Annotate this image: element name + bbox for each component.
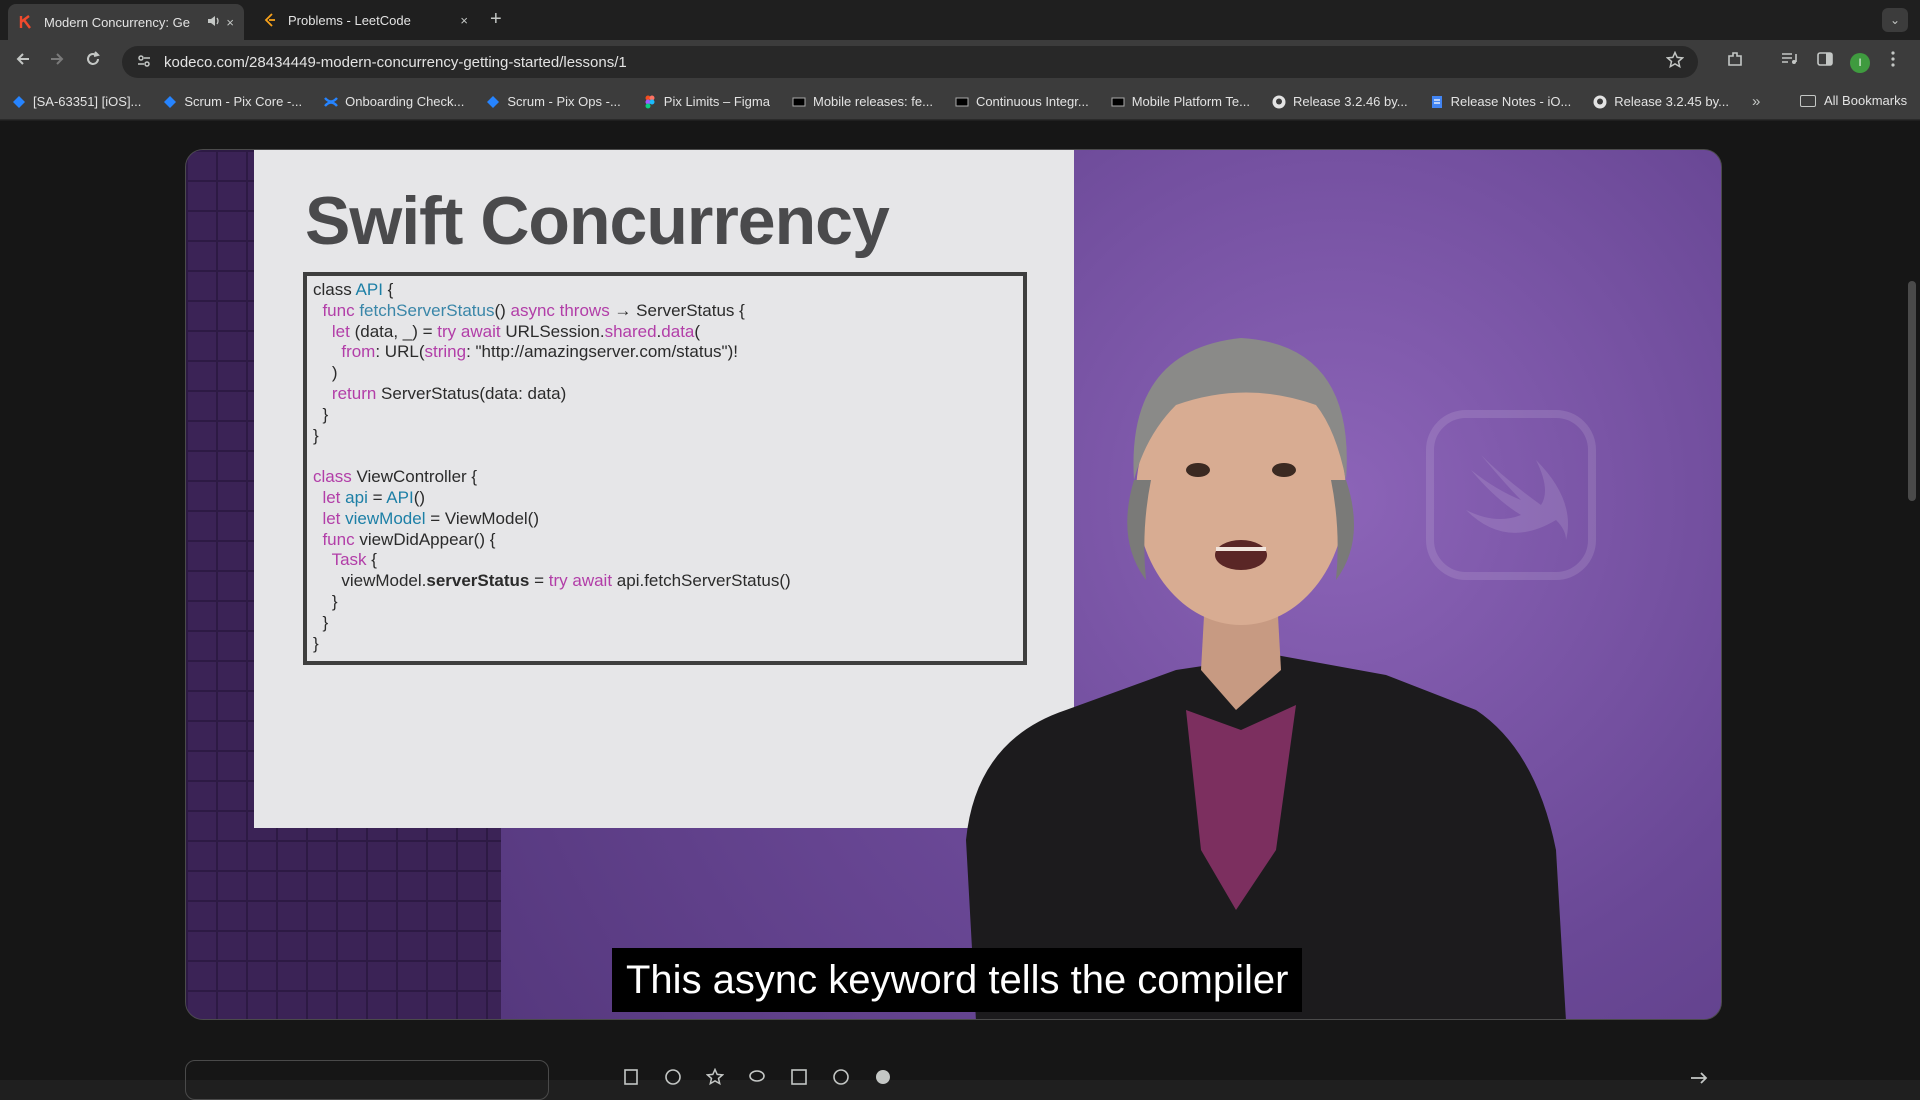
bookmark-item[interactable]: Mobile releases: fe... (792, 94, 933, 109)
bookmark-label: [SA-63351] [iOS]... (33, 94, 142, 109)
confluence-icon (324, 95, 339, 109)
tab-title: Problems - LeetCode (288, 12, 411, 28)
tab-title: Modern Concurrency: Ge (44, 14, 190, 30)
side-panel-icon[interactable] (1816, 50, 1834, 73)
bookmark-label: Pix Limits – Figma (663, 94, 770, 109)
bookmark-item[interactable]: Mobile Platform Te... (1111, 94, 1250, 109)
back-icon[interactable] (14, 50, 32, 73)
github-icon (1272, 95, 1286, 109)
browser-toolbar: kodeco.com/28434449-modern-concurrency-g… (0, 40, 1920, 84)
close-icon[interactable]: × (460, 13, 468, 28)
tab-leetcode[interactable]: Problems - LeetCode × (252, 4, 478, 36)
bookmark-item[interactable]: Continuous Integr... (955, 94, 1089, 109)
address-bar[interactable]: kodeco.com/28434449-modern-concurrency-g… (122, 46, 1698, 78)
site-info-icon[interactable] (136, 53, 152, 72)
profile-avatar[interactable]: I (1850, 53, 1870, 73)
bookmark-item[interactable]: Pix Limits – Figma (643, 94, 770, 109)
leetcode-icon (262, 12, 278, 28)
tab-kodeco[interactable]: Modern Concurrency: Ge × (8, 4, 244, 40)
all-bookmarks-label: All Bookmarks (1824, 93, 1908, 108)
bookmark-item[interactable]: Release Notes - iO... (1430, 94, 1572, 109)
bookmark-label: Onboarding Check... (345, 94, 465, 109)
reload-icon[interactable] (84, 50, 102, 73)
app-icon (1111, 95, 1125, 109)
bookmark-label: Mobile releases: fe... (812, 94, 933, 109)
speaker-icon[interactable] (206, 14, 220, 31)
extensions-icon[interactable] (1726, 50, 1744, 73)
bookmark-star-icon[interactable] (1665, 50, 1685, 74)
url-text: kodeco.com/28434449-modern-concurrency-g… (164, 53, 627, 71)
bookmark-item[interactable]: Scrum - Pix Core -... (163, 94, 302, 109)
menu-icon[interactable] (1890, 50, 1896, 73)
bookmark-item[interactable]: Onboarding Check... (324, 94, 464, 109)
bookmark-item[interactable]: Release 3.2.45 by... (1593, 94, 1729, 109)
video-player[interactable]: Swift Concurrency class API { func fetch… (185, 149, 1722, 1020)
bookmark-label: Release Notes - iO... (1450, 94, 1572, 109)
folder-icon (1800, 94, 1816, 107)
presenter-image (966, 338, 1566, 1019)
bookmark-label: Release 3.2.46 by... (1292, 94, 1408, 109)
figma-icon (643, 95, 657, 109)
bookmark-label: Scrum - Pix Core -... (184, 94, 303, 109)
new-tab-button[interactable]: + (490, 8, 502, 31)
kodeco-icon (18, 14, 34, 30)
tab-search-button[interactable]: ⌄ (1882, 8, 1908, 32)
bookmark-label: Mobile Platform Te... (1131, 94, 1250, 109)
next-arrow-icon[interactable] (1690, 1068, 1708, 1089)
jira-icon (163, 95, 177, 109)
bookmark-label: Release 3.2.45 by... (1614, 94, 1729, 109)
app-icon (955, 95, 969, 109)
bookmark-label: Scrum - Pix Ops -... (507, 94, 621, 109)
jira-icon (486, 95, 500, 109)
media-controls-icon[interactable] (1780, 50, 1798, 73)
lesson-selector[interactable] (185, 1060, 549, 1100)
jira-icon (12, 95, 26, 109)
video-caption: This async keyword tells the compiler (612, 948, 1303, 1012)
bookmark-label: Continuous Integr... (975, 94, 1089, 109)
github-icon (1593, 95, 1607, 109)
page-scrollbar[interactable] (1908, 281, 1916, 501)
tab-strip: Modern Concurrency: Ge × Problems - Leet… (0, 0, 1920, 40)
bookmark-item[interactable]: Release 3.2.46 by... (1272, 94, 1408, 109)
bookmark-item[interactable]: Scrum - Pix Ops -... (486, 94, 621, 109)
bookmarks-bar: [SA-63351] [iOS]... Scrum - Pix Core -..… (0, 84, 1920, 120)
app-icon (792, 95, 806, 109)
bookmark-item[interactable]: [SA-63351] [iOS]... (12, 94, 141, 109)
docs-icon (1430, 95, 1444, 109)
all-bookmarks-button[interactable]: All Bookmarks (1800, 93, 1907, 108)
forward-icon[interactable] (48, 50, 66, 73)
bookmarks-overflow-button[interactable]: » (1752, 93, 1760, 110)
close-icon[interactable]: × (226, 15, 234, 30)
